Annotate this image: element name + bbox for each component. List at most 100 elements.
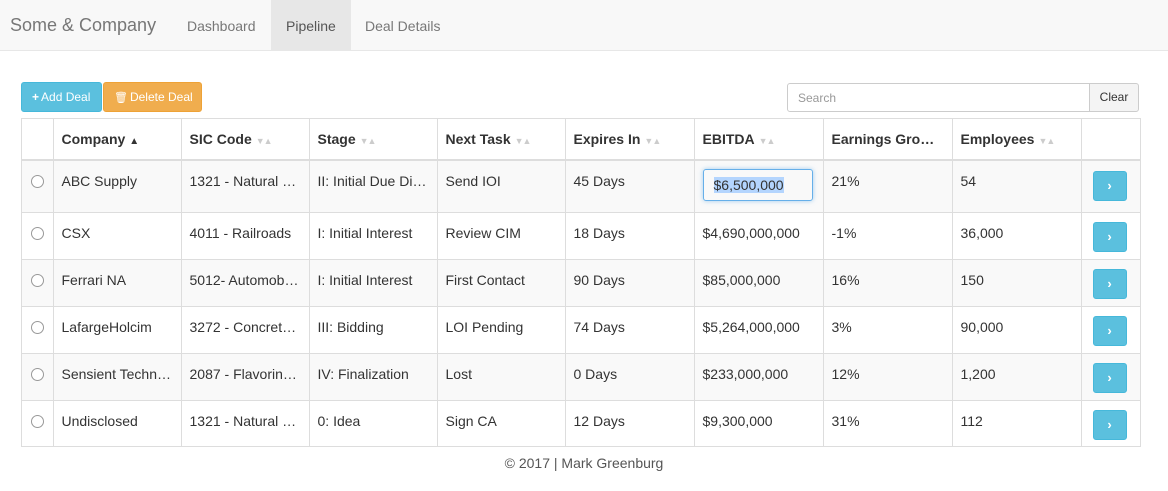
sic-code-cell: 5012- Automob… [181,259,310,307]
chevron-right-icon[interactable]: › [1092,362,1127,393]
row-select-radio[interactable] [31,273,44,287]
sic-code-cell: 4011 - Railroads [181,212,310,260]
earnings-growth-cell: 31% [823,400,953,446]
expires-in-cell: 0 Days [565,353,695,401]
ebitda-cell: $5,264,000,000 [694,306,824,354]
add-deal-button[interactable]: + Add Deal [21,82,102,112]
earnings-growth-cell: 12% [823,353,953,401]
brand-title[interactable]: Some & Company [10,0,156,51]
column-header-employees[interactable]: Employees ▼▲ [952,119,1082,161]
table-header-row: Company ▲ SIC Code ▼▲ Stage ▼▲ Next Task ▼▲ … [22,119,1140,161]
company-cell: LafargeHolcim [53,306,182,354]
ebitda-cell: $9,300,000 [694,400,824,446]
tab-deal-details[interactable]: Deal Details [350,0,455,50]
tab-dashboard[interactable]: Dashboard [172,0,271,50]
column-label: SIC Code [189,131,252,147]
select-cell [22,306,54,354]
chevron-right-icon[interactable]: › [1092,171,1127,201]
search-input[interactable] [787,83,1090,112]
company-cell: ABC Supply [53,160,182,213]
add-deal-label: Add Deal [41,90,91,104]
stage-cell: III: Bidding [309,306,438,354]
sort-icon: ▼▲ [359,136,377,146]
expires-in-cell: 74 Days [565,306,695,354]
select-cell [22,400,54,446]
clear-search-button[interactable]: Clear [1089,83,1139,112]
actions-column-header [1081,119,1140,161]
plus-icon: + [32,90,40,104]
actions-cell: › [1081,160,1140,213]
next-task-cell: Sign CA [437,400,566,446]
chevron-right-icon[interactable]: › [1092,315,1127,346]
table-row[interactable]: Ferrari NA 5012- Automob… I: Initial Int… [22,259,1140,307]
actions-cell: › [1081,306,1140,354]
table-row[interactable]: ABC Supply 1321 - Natural … II: Initial … [22,160,1140,213]
sic-code-cell: 1321 - Natural … [181,400,310,446]
ebitda-cell: $85,000,000 [694,259,824,307]
chevron-right-icon[interactable]: › [1092,221,1127,252]
column-header-ebitda[interactable]: EBITDA ▼▲ [694,119,824,161]
select-cell [22,353,54,401]
column-label: Employees [960,131,1035,147]
deals-table: Company ▲ SIC Code ▼▲ Stage ▼▲ Next Task ▼▲ … [21,118,1141,447]
column-label: Next Task [445,131,511,147]
sort-icon: ▼▲ [644,136,661,146]
earnings-growth-cell: 3% [823,306,953,354]
column-label: Expires In [573,131,641,147]
ebitda-cell: $4,690,000,000 [694,212,824,260]
next-task-cell: Send IOI [437,160,566,213]
row-select-radio[interactable] [31,414,44,428]
ebitda-cell[interactable]: $6,500,000 [694,160,824,213]
column-header-company[interactable]: Company ▲ [53,119,182,161]
tab-pipeline[interactable]: Pipeline [271,0,351,50]
stage-cell: II: Initial Due Dil… [309,160,438,213]
row-select-radio[interactable] [31,320,44,334]
column-header-stage[interactable]: Stage ▼▲ [309,119,438,161]
employees-cell: 1,200 [952,353,1082,401]
actions-cell: › [1081,400,1140,446]
column-label: Stage [317,131,356,147]
earnings-growth-cell: -1% [823,212,953,260]
ebitda-selected-value: $6,500,000 [713,177,784,193]
employees-cell: 90,000 [952,306,1082,354]
row-select-radio[interactable] [31,367,44,381]
next-task-cell: Lost [437,353,566,401]
table-row[interactable]: Sensient Techn… 2087 - Flavorin… IV: Fin… [22,353,1140,401]
employees-cell: 150 [952,259,1082,307]
stage-cell: 0: Idea [309,400,438,446]
stage-cell: IV: Finalization [309,353,438,401]
row-select-radio[interactable] [31,175,44,188]
chevron-right-icon[interactable]: › [1092,268,1127,299]
expires-in-cell: 18 Days [565,212,695,260]
column-header-sic-code[interactable]: SIC Code ▼▲ [181,119,310,161]
next-task-cell: LOI Pending [437,306,566,354]
ebitda-edit-field[interactable]: $6,500,000 [702,169,813,201]
footer-copyright: © 2017 | Mark Greenburg [504,455,664,471]
table-row[interactable]: CSX 4011 - Railroads I: Initial Interest… [22,212,1140,260]
expires-in-cell: 12 Days [565,400,695,446]
employees-cell: 112 [952,400,1082,446]
actions-cell: › [1081,259,1140,307]
company-cell: Sensient Techn… [53,353,182,401]
delete-deal-label: Delete Deal [129,90,193,104]
column-label: Company [61,131,126,147]
actions-cell: › [1081,353,1140,401]
sort-icon: ▼▲ [1038,136,1055,146]
sic-code-cell: 3272 - Concret… [181,306,310,354]
column-header-expires-in[interactable]: Expires In ▼▲ [565,119,695,161]
chevron-right-icon[interactable]: › [1092,409,1127,440]
column-label: Earnings Grow… [831,131,946,147]
table-row[interactable]: LafargeHolcim 3272 - Concret… III: Biddi… [22,306,1140,354]
row-select-radio[interactable] [31,226,44,240]
delete-deal-button[interactable]: 🗑 Delete Deal [103,82,202,112]
column-header-earnings-growth[interactable]: Earnings Grow…▼▲ [823,119,953,161]
earnings-growth-cell: 21% [823,160,953,213]
sort-asc-icon: ▲ [129,136,139,147]
table-row[interactable]: Undisclosed 1321 - Natural … 0: Idea Sig… [22,400,1140,446]
employees-cell: 36,000 [952,212,1082,260]
column-header-next-task[interactable]: Next Task ▼▲ [437,119,566,161]
column-label: EBITDA [702,131,755,147]
sort-icon: ▼▲ [514,136,532,146]
earnings-growth-cell: 16% [823,259,953,307]
sic-code-cell: 1321 - Natural … [181,160,310,213]
